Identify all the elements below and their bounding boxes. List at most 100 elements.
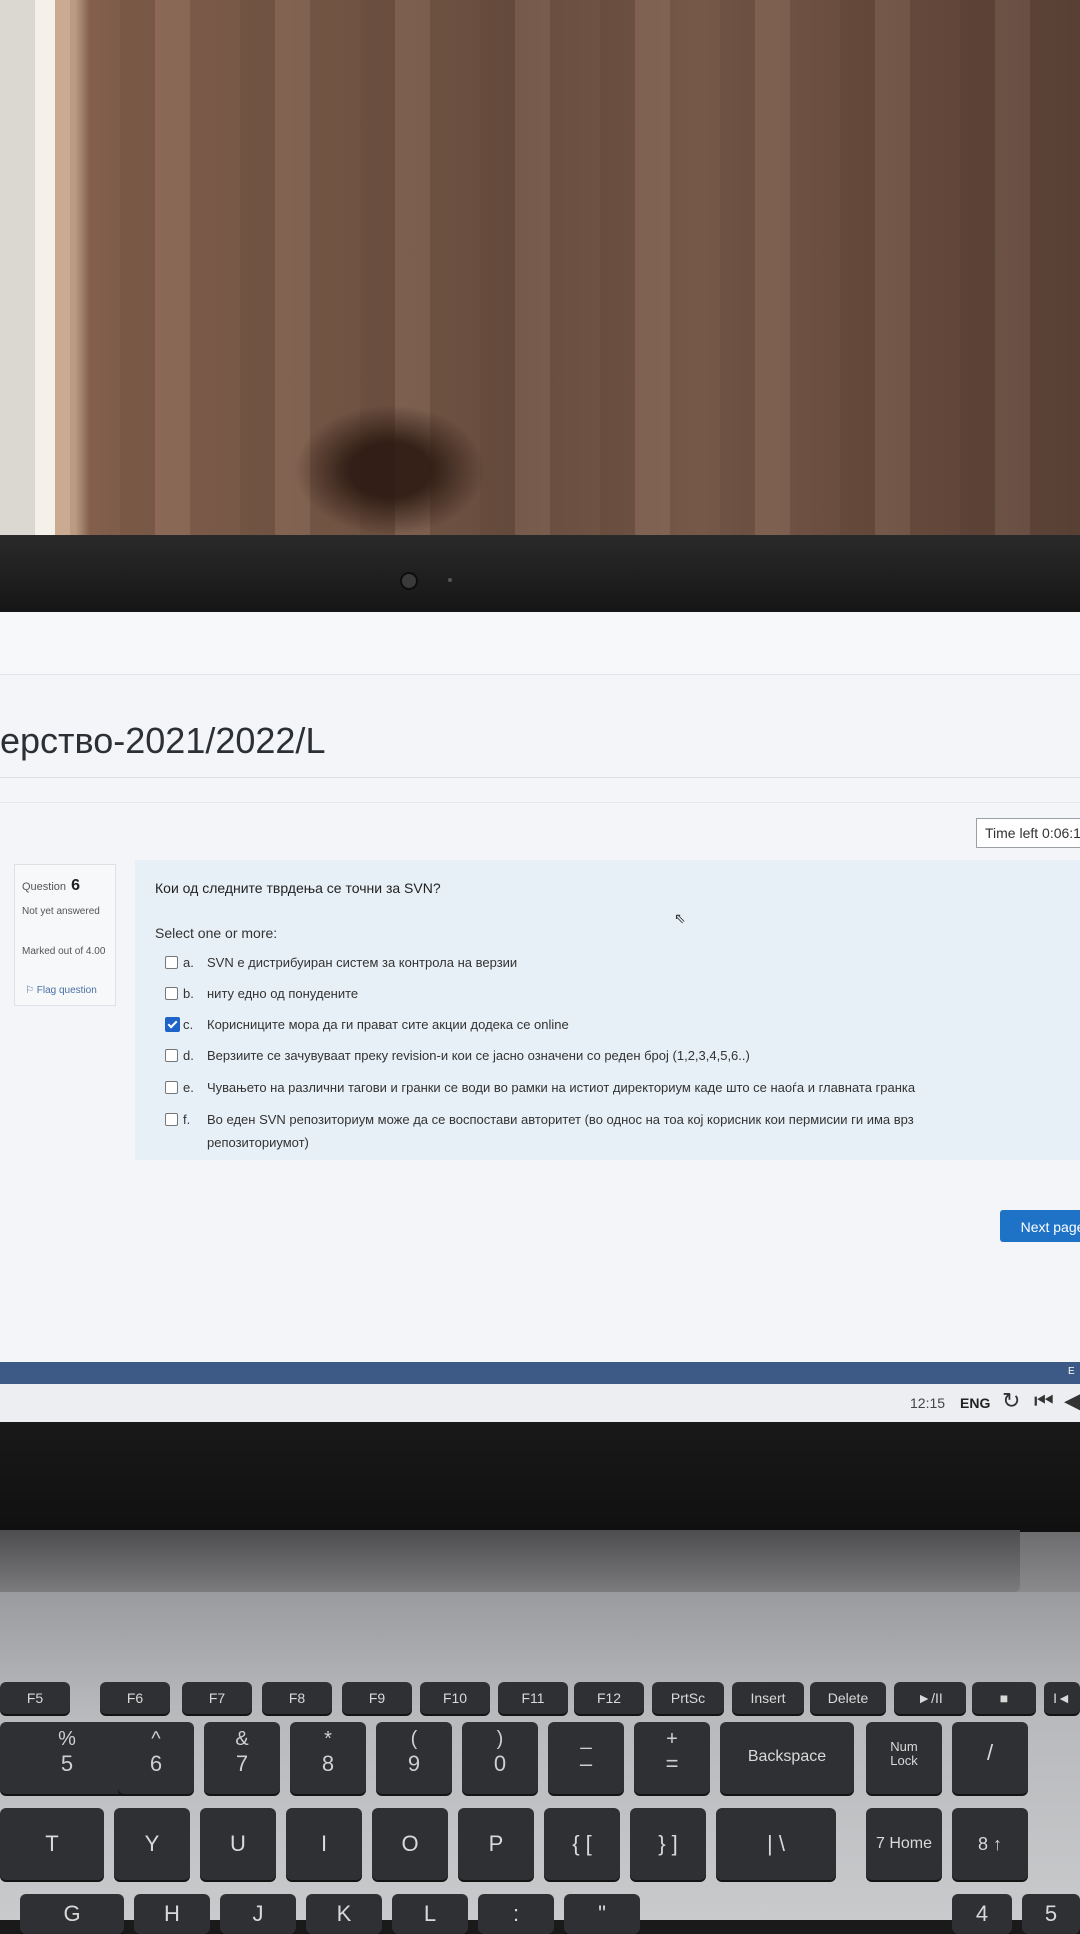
key-symbol: ^ — [151, 1728, 161, 1750]
key-symbol: * — [324, 1728, 332, 1750]
key-0[interactable]: ) 0 — [462, 1722, 538, 1794]
key-digit: 7 — [235, 1751, 249, 1776]
key-digit: 0 — [493, 1751, 507, 1776]
key-symbol: ( — [410, 1728, 418, 1750]
key-symbol: + — [666, 1728, 678, 1750]
key-k[interactable]: K — [306, 1894, 382, 1934]
checkbox-checked[interactable] — [165, 1017, 180, 1032]
key-5[interactable]: % 5 — [0, 1722, 134, 1794]
key-digit: = — [665, 1751, 679, 1776]
key-t[interactable]: T — [0, 1808, 104, 1880]
key-j[interactable]: J — [220, 1894, 296, 1934]
key-num-lock[interactable]: Num Lock — [866, 1722, 942, 1794]
key-f11[interactable]: F11 — [498, 1682, 568, 1714]
key-insert[interactable]: Insert — [732, 1682, 804, 1714]
checkbox[interactable] — [165, 987, 178, 1000]
checkbox[interactable] — [165, 1049, 178, 1062]
checkbox[interactable] — [165, 1081, 178, 1094]
option-text: Чувањето на различни тагови и гранки се … — [207, 1080, 916, 1095]
key-y[interactable]: Y — [114, 1808, 190, 1880]
skip-back-icon[interactable]: ⏮ — [1034, 1390, 1054, 1412]
key-8[interactable]: * 8 — [290, 1722, 366, 1794]
option-letter: e. — [183, 1080, 194, 1095]
key-stop[interactable]: ■ — [972, 1682, 1036, 1714]
option-letter: a. — [183, 955, 194, 970]
key-g[interactable]: G — [20, 1894, 124, 1934]
key-l[interactable]: L — [392, 1894, 468, 1934]
key-num-8-up[interactable]: 8 ↑ — [952, 1808, 1028, 1880]
key-backslash[interactable]: | \ — [716, 1808, 836, 1880]
language-indicator[interactable]: ENG — [960, 1395, 990, 1411]
refresh-icon[interactable]: ↻ — [1002, 1390, 1020, 1412]
flag-question-link[interactable]: ⚐ Flag question — [25, 985, 97, 996]
key-slash[interactable]: / — [952, 1722, 1028, 1794]
flag-icon: ⚐ — [25, 985, 34, 996]
key-quote[interactable]: " — [564, 1894, 640, 1934]
key-digit: 5 — [60, 1751, 74, 1776]
key-p[interactable]: P — [458, 1808, 534, 1880]
browser-top-bar — [0, 612, 1080, 675]
option-letter: c. — [183, 1017, 194, 1032]
next-page-button[interactable]: Next page — [1000, 1210, 1080, 1242]
volume-icon[interactable]: ◀ — [1064, 1390, 1080, 1412]
checkbox[interactable] — [165, 1113, 178, 1126]
key-equals[interactable]: + = — [634, 1722, 710, 1794]
key-f5[interactable]: F5 — [0, 1682, 70, 1714]
laptop-top-bezel — [0, 535, 1080, 615]
key-semicolon[interactable]: : — [478, 1894, 554, 1934]
key-play-pause[interactable]: ►/II — [894, 1682, 966, 1714]
key-o[interactable]: O — [372, 1808, 448, 1880]
laptop-bottom-bezel — [0, 1422, 1080, 1532]
key-f10[interactable]: F10 — [420, 1682, 490, 1714]
key-label: / — [986, 1740, 994, 1765]
key-close-bracket[interactable]: } ] — [630, 1808, 706, 1880]
key-6[interactable]: ^ 6 — [118, 1722, 194, 1794]
option-text: SVN е дистрибуиран систем за контрола на… — [207, 955, 518, 970]
taskbar-clock[interactable]: 12:15 — [910, 1395, 945, 1411]
question-label: Question 6 — [22, 877, 80, 895]
key-digit: 9 — [407, 1751, 421, 1776]
key-minus[interactable]: _ – — [548, 1722, 624, 1794]
option-letter: b. — [183, 986, 194, 1001]
checkbox[interactable] — [165, 956, 178, 969]
question-label-text: Question — [22, 881, 67, 893]
key-f7[interactable]: F7 — [182, 1682, 252, 1714]
select-instruction: Select one or more: — [155, 925, 278, 941]
option-text: Верзиите се зачувуваат преку revision-и … — [207, 1048, 750, 1063]
page-footer-bar: E — [0, 1362, 1080, 1384]
key-label: Backspace — [747, 1748, 827, 1765]
key-open-bracket[interactable]: { [ — [544, 1808, 620, 1880]
key-9[interactable]: (9 — [376, 1722, 452, 1794]
key-digit: – — [579, 1751, 593, 1776]
key-num-5[interactable]: 5 — [1022, 1894, 1080, 1934]
key-num-4[interactable]: 4 — [952, 1894, 1012, 1934]
key-symbol: ) — [496, 1728, 504, 1750]
hinge-cover — [0, 1530, 1020, 1592]
key-f6[interactable]: F6 — [100, 1682, 170, 1714]
curtain-background — [0, 0, 1080, 545]
key-backspace[interactable]: Backspace — [720, 1722, 854, 1794]
footer-text: E — [1068, 1366, 1075, 1377]
key-f12[interactable]: F12 — [574, 1682, 644, 1714]
key-f8[interactable]: F8 — [262, 1682, 332, 1714]
key-symbol: _ — [580, 1728, 592, 1750]
key-u[interactable]: U — [200, 1808, 276, 1880]
key-symbol: % — [58, 1728, 76, 1750]
question-info-box: Question 6 Not yet answered Marked out o… — [14, 864, 116, 1006]
question-text: Кои од следните тврдења се точни за SVN? — [155, 880, 441, 896]
key-prev-track[interactable]: I◄ — [1044, 1682, 1080, 1714]
key-delete[interactable]: Delete — [810, 1682, 886, 1714]
option-letter: d. — [183, 1048, 194, 1063]
key-h[interactable]: H — [134, 1894, 210, 1934]
key-i[interactable]: I — [286, 1808, 362, 1880]
key-7[interactable]: & 7 — [204, 1722, 280, 1794]
key-prtsc[interactable]: PrtSc — [652, 1682, 724, 1714]
key-num-7-home[interactable]: 7 Home — [866, 1808, 942, 1880]
option-letter: f. — [183, 1112, 191, 1127]
mouse-cursor-icon: ⇖ — [674, 910, 686, 926]
question-number: 6 — [71, 877, 80, 894]
question-panel: Кои од следните тврдења се точни за SVN?… — [135, 860, 1080, 1160]
key-label-bottom: Lock — [890, 1753, 918, 1768]
key-f9[interactable]: F9 — [342, 1682, 412, 1714]
key-digit: 8 — [321, 1751, 335, 1776]
